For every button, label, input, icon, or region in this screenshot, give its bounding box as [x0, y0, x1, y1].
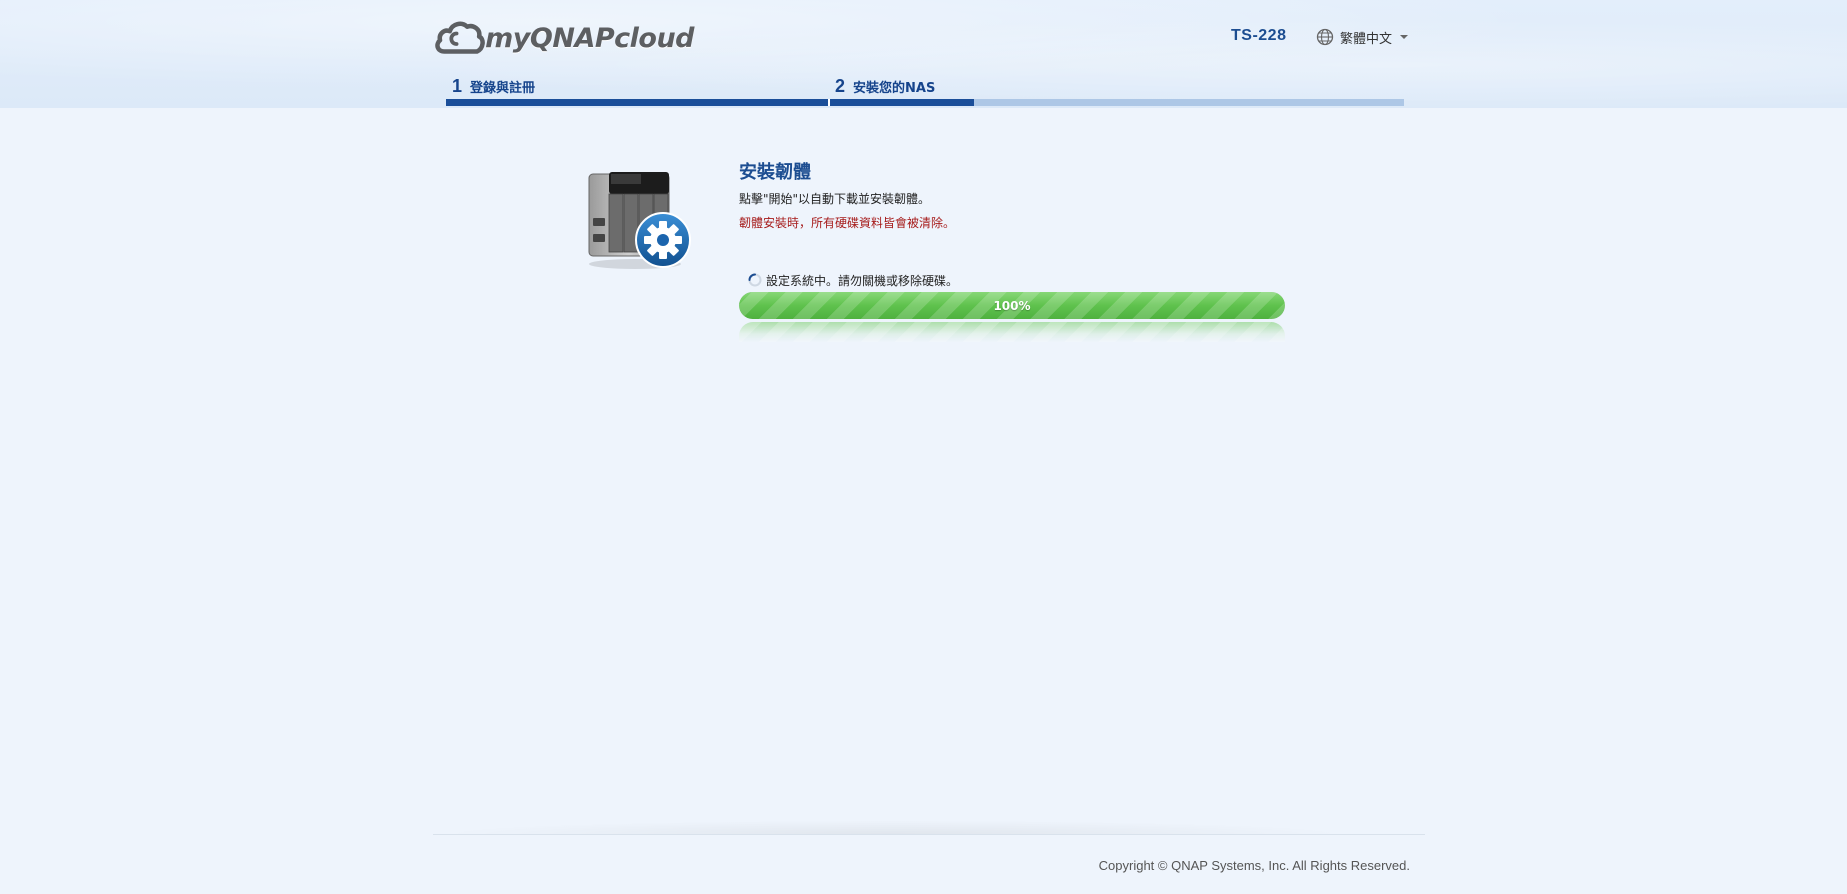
firmware-install-panel: 安裝韌體 點擊"開始"以自動下載並安裝韌體。 韌體安裝時，所有硬碟資料皆會被清除… — [739, 158, 1299, 230]
nas-firmware-icon — [588, 172, 691, 269]
step-install-nas: 2 安裝您的NAS — [835, 69, 935, 103]
copyright-text: Copyright © QNAP Systems, Inc. All Right… — [1098, 858, 1410, 873]
language-selector[interactable]: 繁體中文 — [1316, 27, 1409, 47]
warning-text: 韌體安裝時，所有硬碟資料皆會被清除。 — [739, 216, 956, 230]
myqnapcloud-logo[interactable]: myQNAPcloud — [434, 12, 694, 64]
step-progress-track — [446, 99, 1404, 106]
nas-model: TS-228 — [1231, 27, 1287, 44]
progress-label: 100% — [993, 298, 1031, 313]
step-label: 安裝您的NAS — [853, 80, 936, 96]
logo-text: myQNAPcloud — [485, 22, 694, 54]
page-title: 安裝韌體 — [739, 162, 811, 183]
globe-icon — [1316, 28, 1334, 46]
instruction-text: 點擊"開始"以自動下載並安裝韌體。 — [739, 192, 931, 206]
loading-spinner-icon — [748, 273, 762, 287]
step2-progress-fill — [830, 99, 974, 106]
step-login-register: 1 登錄與註冊 — [452, 69, 535, 103]
progress-reflection — [739, 322, 1285, 342]
status-message: 設定系統中。請勿關機或移除硬碟。 — [748, 271, 958, 289]
footer-divider — [433, 834, 1425, 835]
language-label: 繁體中文 — [1340, 31, 1393, 47]
cloud-logo-icon — [435, 21, 485, 54]
status-text: 設定系統中。請勿關機或移除硬碟。 — [766, 273, 959, 288]
step-number: 1 — [452, 75, 463, 96]
header: myQNAPcloud TS-228 繁體中文 1 登錄與註冊 2 安裝您的NA… — [0, 0, 1847, 108]
step-label: 登錄與註冊 — [470, 80, 536, 96]
install-progress-bar: 100% — [739, 292, 1285, 319]
chevron-down-icon — [1400, 35, 1409, 39]
step-number: 2 — [835, 75, 846, 96]
step1-progress-fill — [446, 99, 828, 106]
